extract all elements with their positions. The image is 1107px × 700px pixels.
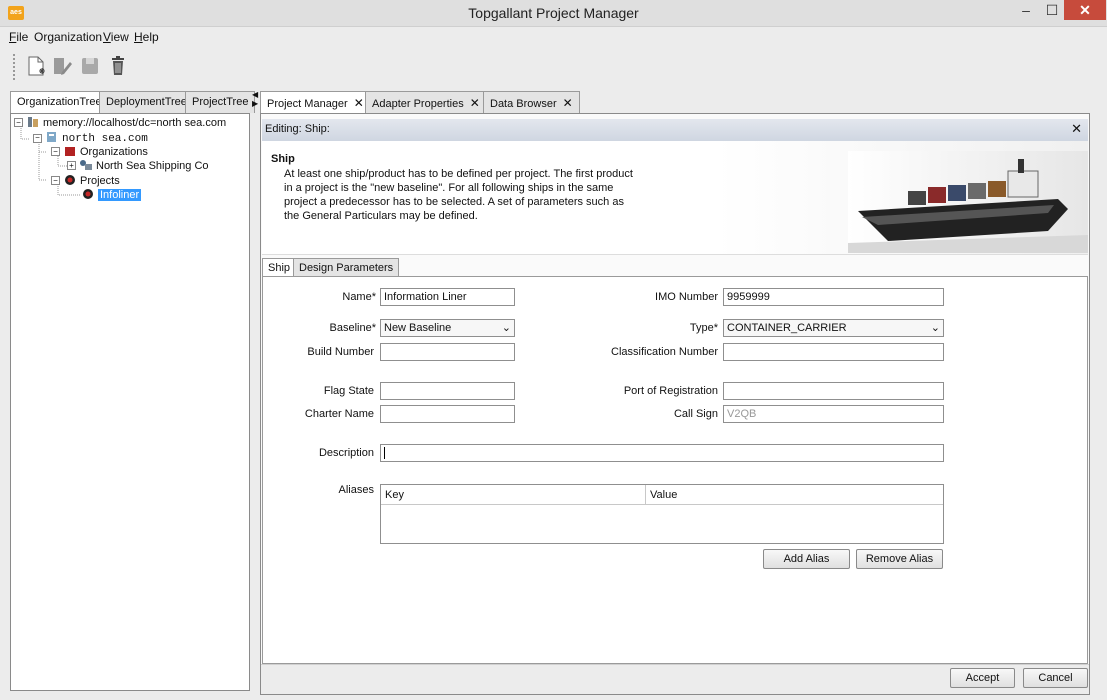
description-field[interactable] [380, 444, 944, 462]
tree-node-organizations[interactable]: − Organizations [51, 145, 148, 159]
collapse-icon[interactable]: − [14, 118, 23, 127]
port-of-registration-field[interactable] [723, 382, 944, 400]
flag-state-field[interactable] [380, 382, 515, 400]
close-editor-icon[interactable]: ✕ [1071, 121, 1082, 137]
add-alias-button[interactable]: Add Alias [763, 549, 850, 569]
info-banner: Ship At least one ship/product has to be… [262, 141, 1088, 255]
tab-project-manager[interactable]: Project Manager ✕ [260, 91, 371, 114]
toolbar [0, 48, 1107, 86]
tab-ship[interactable]: Ship [262, 258, 297, 277]
menu-file[interactable]: File [9, 30, 28, 44]
call-sign-field[interactable]: V2QB [723, 405, 944, 423]
aliases-label: Aliases [338, 484, 374, 496]
aliases-table[interactable]: Key Value [380, 484, 944, 544]
tree-node-domain[interactable]: − north sea.com [33, 131, 148, 145]
accept-button[interactable]: Accept [950, 668, 1015, 688]
tree-node-org-item[interactable]: + North Sea Shipping Co [67, 159, 209, 173]
chevron-down-icon: ⌄ [501, 322, 511, 334]
container-ship-image [848, 151, 1088, 253]
type-label: Type* [689, 322, 718, 334]
domain-icon [47, 132, 56, 142]
tab-project-tree[interactable]: ProjectTree [185, 91, 256, 113]
collapse-icon[interactable]: − [51, 147, 60, 156]
tab-organization-tree[interactable]: OrganizationTree [10, 91, 109, 114]
tab-design-parameters[interactable]: Design Parameters [293, 258, 400, 276]
tree-node-project-item[interactable]: Infoliner [81, 188, 142, 202]
tab-deployment-tree[interactable]: DeploymentTree [99, 91, 194, 113]
tree-node-projects[interactable]: − Projects [51, 174, 120, 188]
organization-tree-panel: − memory://localhost/dc=north sea.com − no… [10, 113, 250, 691]
delete-icon[interactable] [106, 54, 130, 78]
description-label: Description [318, 447, 374, 459]
column-key[interactable]: Key [385, 489, 404, 501]
maximize-button[interactable]: ☐ [1040, 0, 1064, 20]
close-tab-icon[interactable]: ✕ [354, 96, 364, 110]
server-icon [28, 117, 38, 127]
text-cursor [384, 447, 385, 459]
close-tab-icon[interactable]: ✕ [470, 96, 480, 110]
name-label: Name* [342, 291, 376, 303]
build-number-field[interactable] [380, 343, 515, 361]
classification-number-label: Classification Number [611, 346, 718, 358]
aliases-table-header: Key Value [381, 485, 943, 505]
charter-name-field[interactable] [380, 405, 515, 423]
menu-bar: File Organization View Help [0, 28, 1107, 46]
name-field[interactable]: Information Liner [380, 288, 515, 306]
baseline-label: Baseline* [329, 322, 376, 334]
imo-number-label: IMO Number [655, 291, 718, 303]
collapse-icon[interactable]: − [51, 176, 60, 185]
baseline-select[interactable]: New Baseline ⌄ [380, 319, 515, 337]
toolbar-grip[interactable] [13, 54, 15, 80]
flag-state-label: Flag State [323, 385, 374, 397]
menu-organization[interactable]: Organization [34, 30, 102, 44]
menu-view[interactable]: View [103, 30, 129, 44]
tree-node-root[interactable]: − memory://localhost/dc=north sea.com [14, 116, 226, 130]
menu-help[interactable]: Help [134, 30, 159, 44]
window-title: Topgallant Project Manager [468, 5, 639, 21]
charter-name-label: Charter Name [304, 408, 374, 420]
collapse-icon[interactable]: − [33, 134, 42, 143]
banner-title: Ship [271, 153, 295, 165]
close-window-button[interactable]: ✕ [1064, 0, 1106, 20]
type-select[interactable]: CONTAINER_CARRIER ⌄ [723, 319, 944, 337]
build-number-label: Build Number [307, 346, 374, 358]
chevron-down-icon: ⌄ [930, 322, 940, 334]
projects-icon [65, 175, 75, 185]
close-tab-icon[interactable]: ✕ [563, 96, 573, 110]
organizations-folder-icon [65, 147, 75, 156]
cancel-button[interactable]: Cancel [1023, 668, 1088, 688]
editor-header: Editing: Ship: ✕ [262, 119, 1088, 141]
call-sign-label: Call Sign [673, 408, 718, 420]
column-value[interactable]: Value [650, 489, 677, 501]
imo-number-field[interactable]: 9959999 [723, 288, 944, 306]
tab-adapter-properties[interactable]: Adapter Properties ✕ [365, 91, 487, 113]
project-icon [83, 189, 93, 199]
edit-icon[interactable] [50, 54, 74, 78]
editor-title: Editing: Ship: [265, 123, 330, 135]
save-icon[interactable] [78, 54, 102, 78]
banner-description: At least one ship/product has to be defi… [284, 168, 633, 222]
splitter-arrows[interactable]: ◀ ▶ [252, 90, 260, 110]
organization-icon [80, 160, 92, 170]
tab-data-browser[interactable]: Data Browser ✕ [483, 91, 580, 113]
classification-number-field[interactable] [723, 343, 944, 361]
new-document-icon[interactable] [24, 54, 48, 78]
port-of-registration-label: Port of Registration [623, 385, 718, 397]
minimize-button[interactable]: – [1014, 0, 1038, 20]
remove-alias-button[interactable]: Remove Alias [856, 549, 943, 569]
expand-icon[interactable]: + [67, 161, 76, 170]
title-bar: aes Topgallant Project Manager – ☐ ✕ [0, 0, 1107, 27]
column-divider[interactable] [645, 485, 646, 505]
